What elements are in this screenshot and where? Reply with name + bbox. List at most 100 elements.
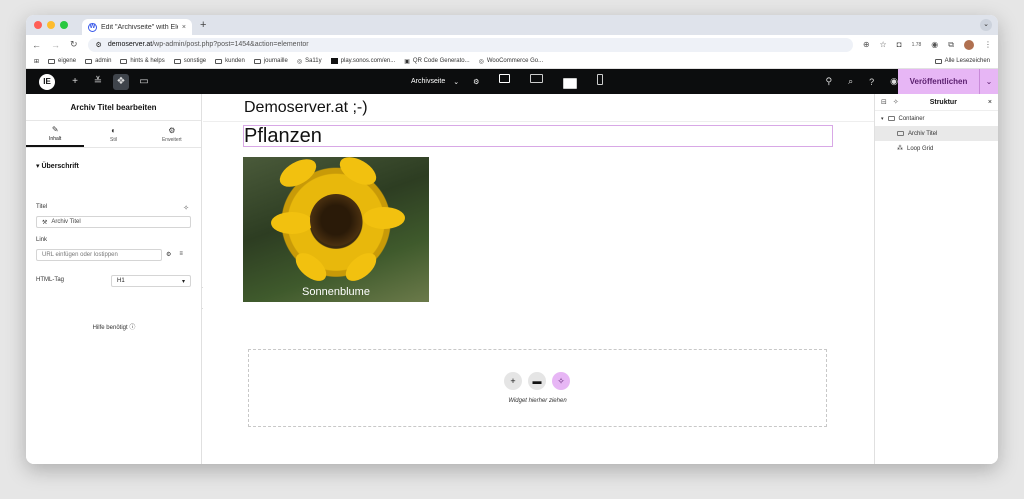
bookmark-item[interactable]: journaille (253, 58, 288, 64)
site-settings-icon[interactable]: ≚ (90, 74, 106, 90)
laptop-view-icon[interactable] (530, 74, 544, 83)
back-icon[interactable]: ← (32, 40, 41, 50)
new-tab-button[interactable]: + (200, 19, 206, 31)
title-input[interactable]: ⚒ Archiv Titel (36, 216, 191, 228)
tree-item-loop-grid[interactable]: ⁂ Loop Grid (875, 141, 998, 156)
tree-item-container[interactable]: ▾ Container (875, 111, 998, 126)
preview-eye-icon[interactable]: ◉ (890, 76, 898, 87)
chevron-down-icon[interactable]: ⌄ (453, 78, 459, 86)
editor-body: Archiv Titel bearbeiten ✎ Inhalt ◐ Stil … (26, 94, 998, 464)
browser-tab[interactable]: W Edit "Archivseite" with Elem... × (82, 19, 192, 35)
link-label: Link (36, 237, 48, 243)
site-info-icon[interactable]: ⚙ (96, 41, 102, 49)
forward-icon[interactable]: → (51, 40, 60, 50)
notes-icon[interactable]: ▭ (136, 74, 152, 90)
profile-avatar[interactable] (964, 39, 974, 50)
elementor-logo-icon[interactable]: IE (39, 73, 55, 90)
tab-inhalt[interactable]: ✎ Inhalt (26, 121, 85, 147)
caret-down-icon[interactable]: ▾ (881, 116, 884, 122)
whats-new-icon[interactable]: ⚲ (825, 76, 832, 87)
folder-icon (173, 58, 181, 64)
tab-search-chevron-icon[interactable]: ⌄ (980, 19, 992, 31)
url-field[interactable]: ⚙ demoserver.at/wp-admin/post.php?post=1… (87, 37, 853, 52)
tab-label: Inhalt (49, 135, 62, 142)
mobile-view-icon[interactable] (597, 74, 604, 85)
tab-erweitert[interactable]: ⚙ Erweitert (143, 121, 201, 147)
folder-icon (215, 58, 223, 64)
tablet-view-icon[interactable] (563, 78, 578, 89)
ai-sparkle-icon[interactable]: ✧ (552, 372, 570, 390)
chevron-down-icon: ▾ (181, 278, 185, 285)
container-icon (887, 116, 895, 121)
dropzone-label: Widget hierher ziehen (508, 398, 567, 404)
page-selector[interactable]: Archivseite (411, 78, 445, 85)
bookmark-item[interactable]: kunden (215, 58, 245, 64)
all-bookmarks[interactable]: Alle Lesezeichen (934, 58, 990, 64)
gear-icon: ⚙ (168, 125, 176, 135)
publish-options-chevron-icon[interactable]: ⌄ (979, 69, 998, 94)
help-link[interactable]: Hilfe benötigt ⓘ (26, 322, 202, 331)
bookmark-item[interactable]: ◎ Sa11y (297, 58, 322, 65)
bookmark-star-icon[interactable]: ☆ (880, 40, 887, 49)
browser-window: W Edit "Archivseite" with Elem... × + ⌄ … (26, 15, 998, 464)
link-placeholder: URL einfügen oder lostippen (42, 252, 118, 258)
publish-button[interactable]: Veröffentlichen (898, 69, 979, 94)
bookmark-item[interactable]: sonstige (173, 58, 206, 64)
browser-menu-icon[interactable]: ⋮ (984, 40, 992, 49)
folder-icon (253, 58, 261, 64)
bookmark-item[interactable]: ◎ WooCommerce Go... (479, 58, 544, 65)
structure-panel: ⊟ ✧ Struktur × ▾ Container Archiv Titel … (874, 94, 998, 464)
tab-stil[interactable]: ◐ Stil (84, 121, 142, 147)
url-host: demoserver.at (107, 41, 153, 48)
puzzle-icon[interactable]: ⧉ (948, 40, 954, 50)
product-caption[interactable]: Sonnenblume (243, 286, 429, 298)
add-section-icon[interactable]: + (504, 372, 522, 390)
close-icon[interactable]: × (988, 99, 992, 106)
extension-icon[interactable]: ◉ (931, 40, 938, 49)
left-panel: Archiv Titel bearbeiten ✎ Inhalt ◐ Stil … (26, 94, 202, 464)
site-title[interactable]: Demoserver.at ;-) (244, 99, 368, 117)
tab-close-icon[interactable]: × (182, 24, 186, 31)
panel-header: Archiv Titel bearbeiten (26, 94, 201, 121)
reload-icon[interactable]: ↻ (70, 39, 78, 50)
search-icon[interactable]: ⌕ (848, 76, 853, 87)
bookmark-item[interactable]: eigene (48, 58, 76, 64)
bookmark-item[interactable]: hints & helps (120, 58, 165, 64)
pencil-icon: ✎ (51, 124, 59, 134)
topbar-right-tools: ⚲ ⌕ ? ◉ (825, 69, 898, 94)
panel-tabs: ✎ Inhalt ◐ Stil ⚙ Erweitert (26, 121, 201, 148)
extension-badge[interactable]: 1.78 (912, 42, 922, 48)
minimize-window-button[interactable] (47, 21, 55, 29)
wordpress-icon: W (88, 22, 97, 32)
page-settings-icon[interactable]: ⚙ (473, 78, 479, 86)
ai-sparkle-icon[interactable]: ✧ (893, 98, 899, 106)
archive-title-widget[interactable]: Pflanzen (243, 125, 833, 147)
header-divider (203, 121, 874, 122)
desktop-view-icon[interactable] (499, 74, 511, 83)
bookmark-item[interactable]: admin (85, 58, 111, 64)
ai-sparkle-icon[interactable]: ✧ (183, 204, 189, 212)
tree-item-archive-title[interactable]: Archiv Titel (875, 126, 998, 141)
link-options-gear-icon[interactable]: ⚙ (166, 251, 171, 258)
link-input[interactable]: URL einfügen oder lostippen (36, 249, 162, 261)
html-tag-select[interactable]: H1 ▾ (111, 275, 191, 287)
maximize-window-button[interactable] (60, 21, 68, 29)
structure-icon[interactable]: ❖ (113, 73, 129, 90)
add-element-icon[interactable]: + (67, 74, 83, 90)
section-toggle[interactable]: ▾ Überschrift (36, 162, 201, 170)
elementor-topbar: IE + ≚ ❖ ▭ Archivseite ⌄ ⚙ ⚲ ⌕ ? ◉ Veröf… (26, 69, 998, 94)
tab-label: Erweitert (161, 136, 182, 143)
zoom-icon[interactable]: ⊕ (863, 40, 870, 49)
help-icon[interactable]: ? (869, 77, 874, 87)
expand-collapse-icon[interactable]: ⊟ (881, 98, 887, 106)
template-library-folder-icon[interactable]: ▬ (528, 372, 546, 390)
close-window-button[interactable] (34, 21, 42, 29)
apps-grid-icon[interactable]: ⊞ (34, 58, 39, 65)
browser-tab-bar: W Edit "Archivseite" with Elem... × + ⌄ (26, 15, 998, 35)
bookmark-item[interactable]: ▣ QR Code Generato... (404, 58, 469, 65)
dynamic-tags-icon[interactable]: ≡ (179, 251, 183, 258)
bookmark-item[interactable]: play.sonos.com/en... (330, 58, 395, 64)
add-section-dropzone[interactable]: + ▬ ✧ Widget hierher ziehen (248, 349, 827, 427)
product-image-sunflower[interactable]: Sonnenblume (243, 157, 429, 302)
camera-icon[interactable]: ◘ (897, 40, 902, 49)
